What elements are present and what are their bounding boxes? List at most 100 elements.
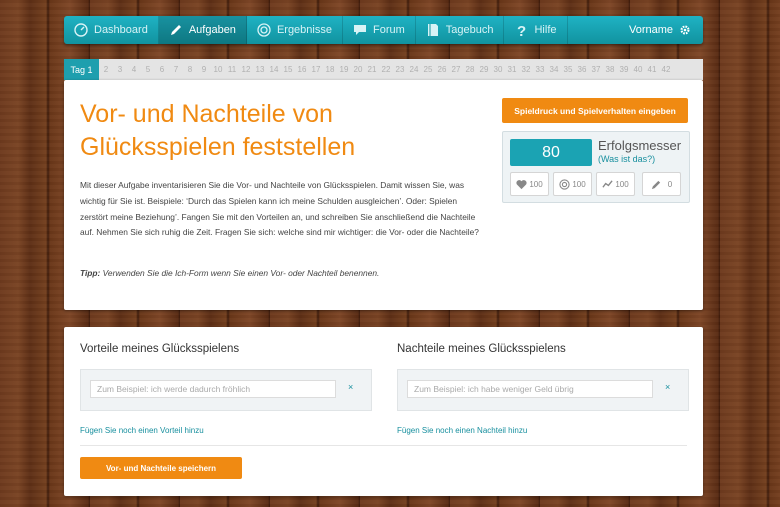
day-tab[interactable]: 15 xyxy=(281,59,295,80)
user-name: Vorname xyxy=(628,24,673,36)
meter-info-link[interactable]: (Was ist das?) xyxy=(598,154,655,164)
pros-cons-card: Vorteile meines Glücksspielens × Fügen S… xyxy=(64,327,703,496)
meter-stat-value: 100 xyxy=(572,179,586,189)
meter-stat-value: 100 xyxy=(615,179,629,189)
heart-icon xyxy=(516,179,527,189)
cons-heading: Nachteile meines Glücksspielens xyxy=(397,343,566,355)
pros-heading: Vorteile meines Glücksspielens xyxy=(80,343,240,355)
day-tab[interactable]: 30 xyxy=(491,59,505,80)
day-tab[interactable]: 32 xyxy=(519,59,533,80)
svg-text:?: ? xyxy=(517,23,526,37)
target-icon xyxy=(257,23,271,37)
nav-item-tagebuch[interactable]: Tagebuch xyxy=(416,16,505,44)
day-tab[interactable]: 24 xyxy=(407,59,421,80)
day-tab[interactable]: 33 xyxy=(533,59,547,80)
day-tab[interactable]: 23 xyxy=(393,59,407,80)
tip-label: Tipp: xyxy=(80,268,101,278)
nav-label: Aufgaben xyxy=(188,24,236,36)
cons-clear-icon[interactable]: × xyxy=(665,382,670,392)
nav-item-forum[interactable]: Forum xyxy=(343,16,416,44)
pros-input-group: × xyxy=(80,369,372,411)
user-menu[interactable]: Vorname xyxy=(617,16,703,44)
nav-label: Tagebuch xyxy=(445,24,494,36)
day-tab[interactable]: 10 xyxy=(211,59,225,80)
day-tab[interactable]: 42 xyxy=(659,59,673,80)
target-icon xyxy=(559,178,570,190)
day-tab[interactable]: 27 xyxy=(449,59,463,80)
day-tab[interactable]: 26 xyxy=(435,59,449,80)
cons-input-group: × xyxy=(397,369,689,411)
question-icon: ? xyxy=(517,23,526,37)
day-tab[interactable]: 16 xyxy=(295,59,309,80)
nav-label: Dashboard xyxy=(94,24,148,36)
nav-item-dashboard[interactable]: Dashboard xyxy=(64,16,159,44)
task-tip: Tipp: Verwenden Sie die Ich-Form wenn Si… xyxy=(80,268,379,278)
add-con-link[interactable]: Fügen Sie noch einen Nachteil hinzu xyxy=(397,426,527,435)
day-tab[interactable]: 9 xyxy=(197,59,211,80)
day-tab[interactable]: 31 xyxy=(505,59,519,80)
day-tab[interactable]: 19 xyxy=(337,59,351,80)
trend-icon xyxy=(602,179,613,188)
nav-label: Ergebnisse xyxy=(276,24,332,36)
day-tab[interactable]: 35 xyxy=(561,59,575,80)
day-tab[interactable]: 4 xyxy=(127,59,141,80)
book-icon xyxy=(427,24,438,36)
save-pros-cons-button[interactable]: Vor- und Nachteile speichern xyxy=(80,457,242,479)
meter-stat-target[interactable]: 100 xyxy=(553,172,592,196)
day-tab[interactable]: 6 xyxy=(155,59,169,80)
tip-text: Verwenden Sie die Ich-Form wenn Sie eine… xyxy=(100,268,380,278)
cons-input[interactable] xyxy=(407,380,653,398)
meter-title: Erfolgsmesser xyxy=(598,138,682,153)
day-tab[interactable]: 18 xyxy=(323,59,337,80)
day-tabs: Tag 1 2 3 4 5 6 7 8 9 10 11 12 13 14 15 16 17 18 19 20 21 22… xyxy=(64,59,703,80)
day-tab[interactable]: 5 xyxy=(141,59,155,80)
meter-stat-heart[interactable]: 100 xyxy=(510,172,549,196)
day-tab[interactable]: 40 xyxy=(631,59,645,80)
day-tab[interactable]: 21 xyxy=(365,59,379,80)
day-tab[interactable]: 36 xyxy=(575,59,589,80)
nav-item-ergebnisse[interactable]: Ergebnisse xyxy=(247,16,343,44)
day-tab[interactable]: 41 xyxy=(645,59,659,80)
day-tab[interactable]: 34 xyxy=(547,59,561,80)
day-tab[interactable]: 12 xyxy=(239,59,253,80)
pros-input[interactable] xyxy=(90,380,336,398)
add-pro-link[interactable]: Fügen Sie noch einen Vorteil hinzu xyxy=(80,426,204,435)
meter-score: 80 xyxy=(510,139,592,166)
day-tab[interactable]: 17 xyxy=(309,59,323,80)
page-title: Vor- und Nachteile von Glücksspielen fes… xyxy=(80,100,356,161)
meter-stat-pencil[interactable]: 0 xyxy=(642,172,681,196)
day-tab[interactable]: 28 xyxy=(463,59,477,80)
day-tab[interactable]: 29 xyxy=(477,59,491,80)
pros-clear-icon[interactable]: × xyxy=(348,382,353,392)
pencil-icon xyxy=(651,180,660,189)
day-tab[interactable]: 39 xyxy=(617,59,631,80)
day-tab[interactable]: 13 xyxy=(253,59,267,80)
day-tab[interactable]: 11 xyxy=(225,59,239,80)
day-tab[interactable]: 14 xyxy=(267,59,281,80)
nav-item-hilfe[interactable]: ? Hilfe xyxy=(504,16,568,44)
day-tab[interactable]: 37 xyxy=(589,59,603,80)
day-tab[interactable]: 8 xyxy=(183,59,197,80)
nav-item-aufgaben[interactable]: Aufgaben xyxy=(158,16,247,44)
day-tab[interactable]: 20 xyxy=(351,59,365,80)
success-meter: 80 Erfolgsmesser (Was ist das?) 100 100 … xyxy=(502,131,690,203)
day-tab[interactable]: 2 xyxy=(99,59,113,80)
nav-label: Forum xyxy=(372,24,405,36)
task-card: Vor- und Nachteile von Glücksspielen fes… xyxy=(64,80,703,310)
day-tab[interactable]: 25 xyxy=(421,59,435,80)
dashboard-icon xyxy=(74,23,88,37)
day-tab[interactable]: 7 xyxy=(169,59,183,80)
meter-stat-trend[interactable]: 100 xyxy=(596,172,635,196)
meter-stat-value: 100 xyxy=(529,179,543,189)
meter-stat-value: 0 xyxy=(667,179,673,189)
chat-icon xyxy=(353,25,366,35)
day-tab[interactable]: 22 xyxy=(379,59,393,80)
pencil-icon xyxy=(170,25,181,35)
gear-icon xyxy=(680,25,690,35)
divider xyxy=(80,445,687,446)
day-tab[interactable]: 38 xyxy=(603,59,617,80)
enter-game-pressure-button[interactable]: Spieldruck und Spielverhalten eingeben xyxy=(502,98,688,123)
nav-label: Hilfe xyxy=(534,24,557,36)
day-tab[interactable]: 3 xyxy=(113,59,127,80)
day-tab-active[interactable]: Tag 1 xyxy=(64,59,99,80)
